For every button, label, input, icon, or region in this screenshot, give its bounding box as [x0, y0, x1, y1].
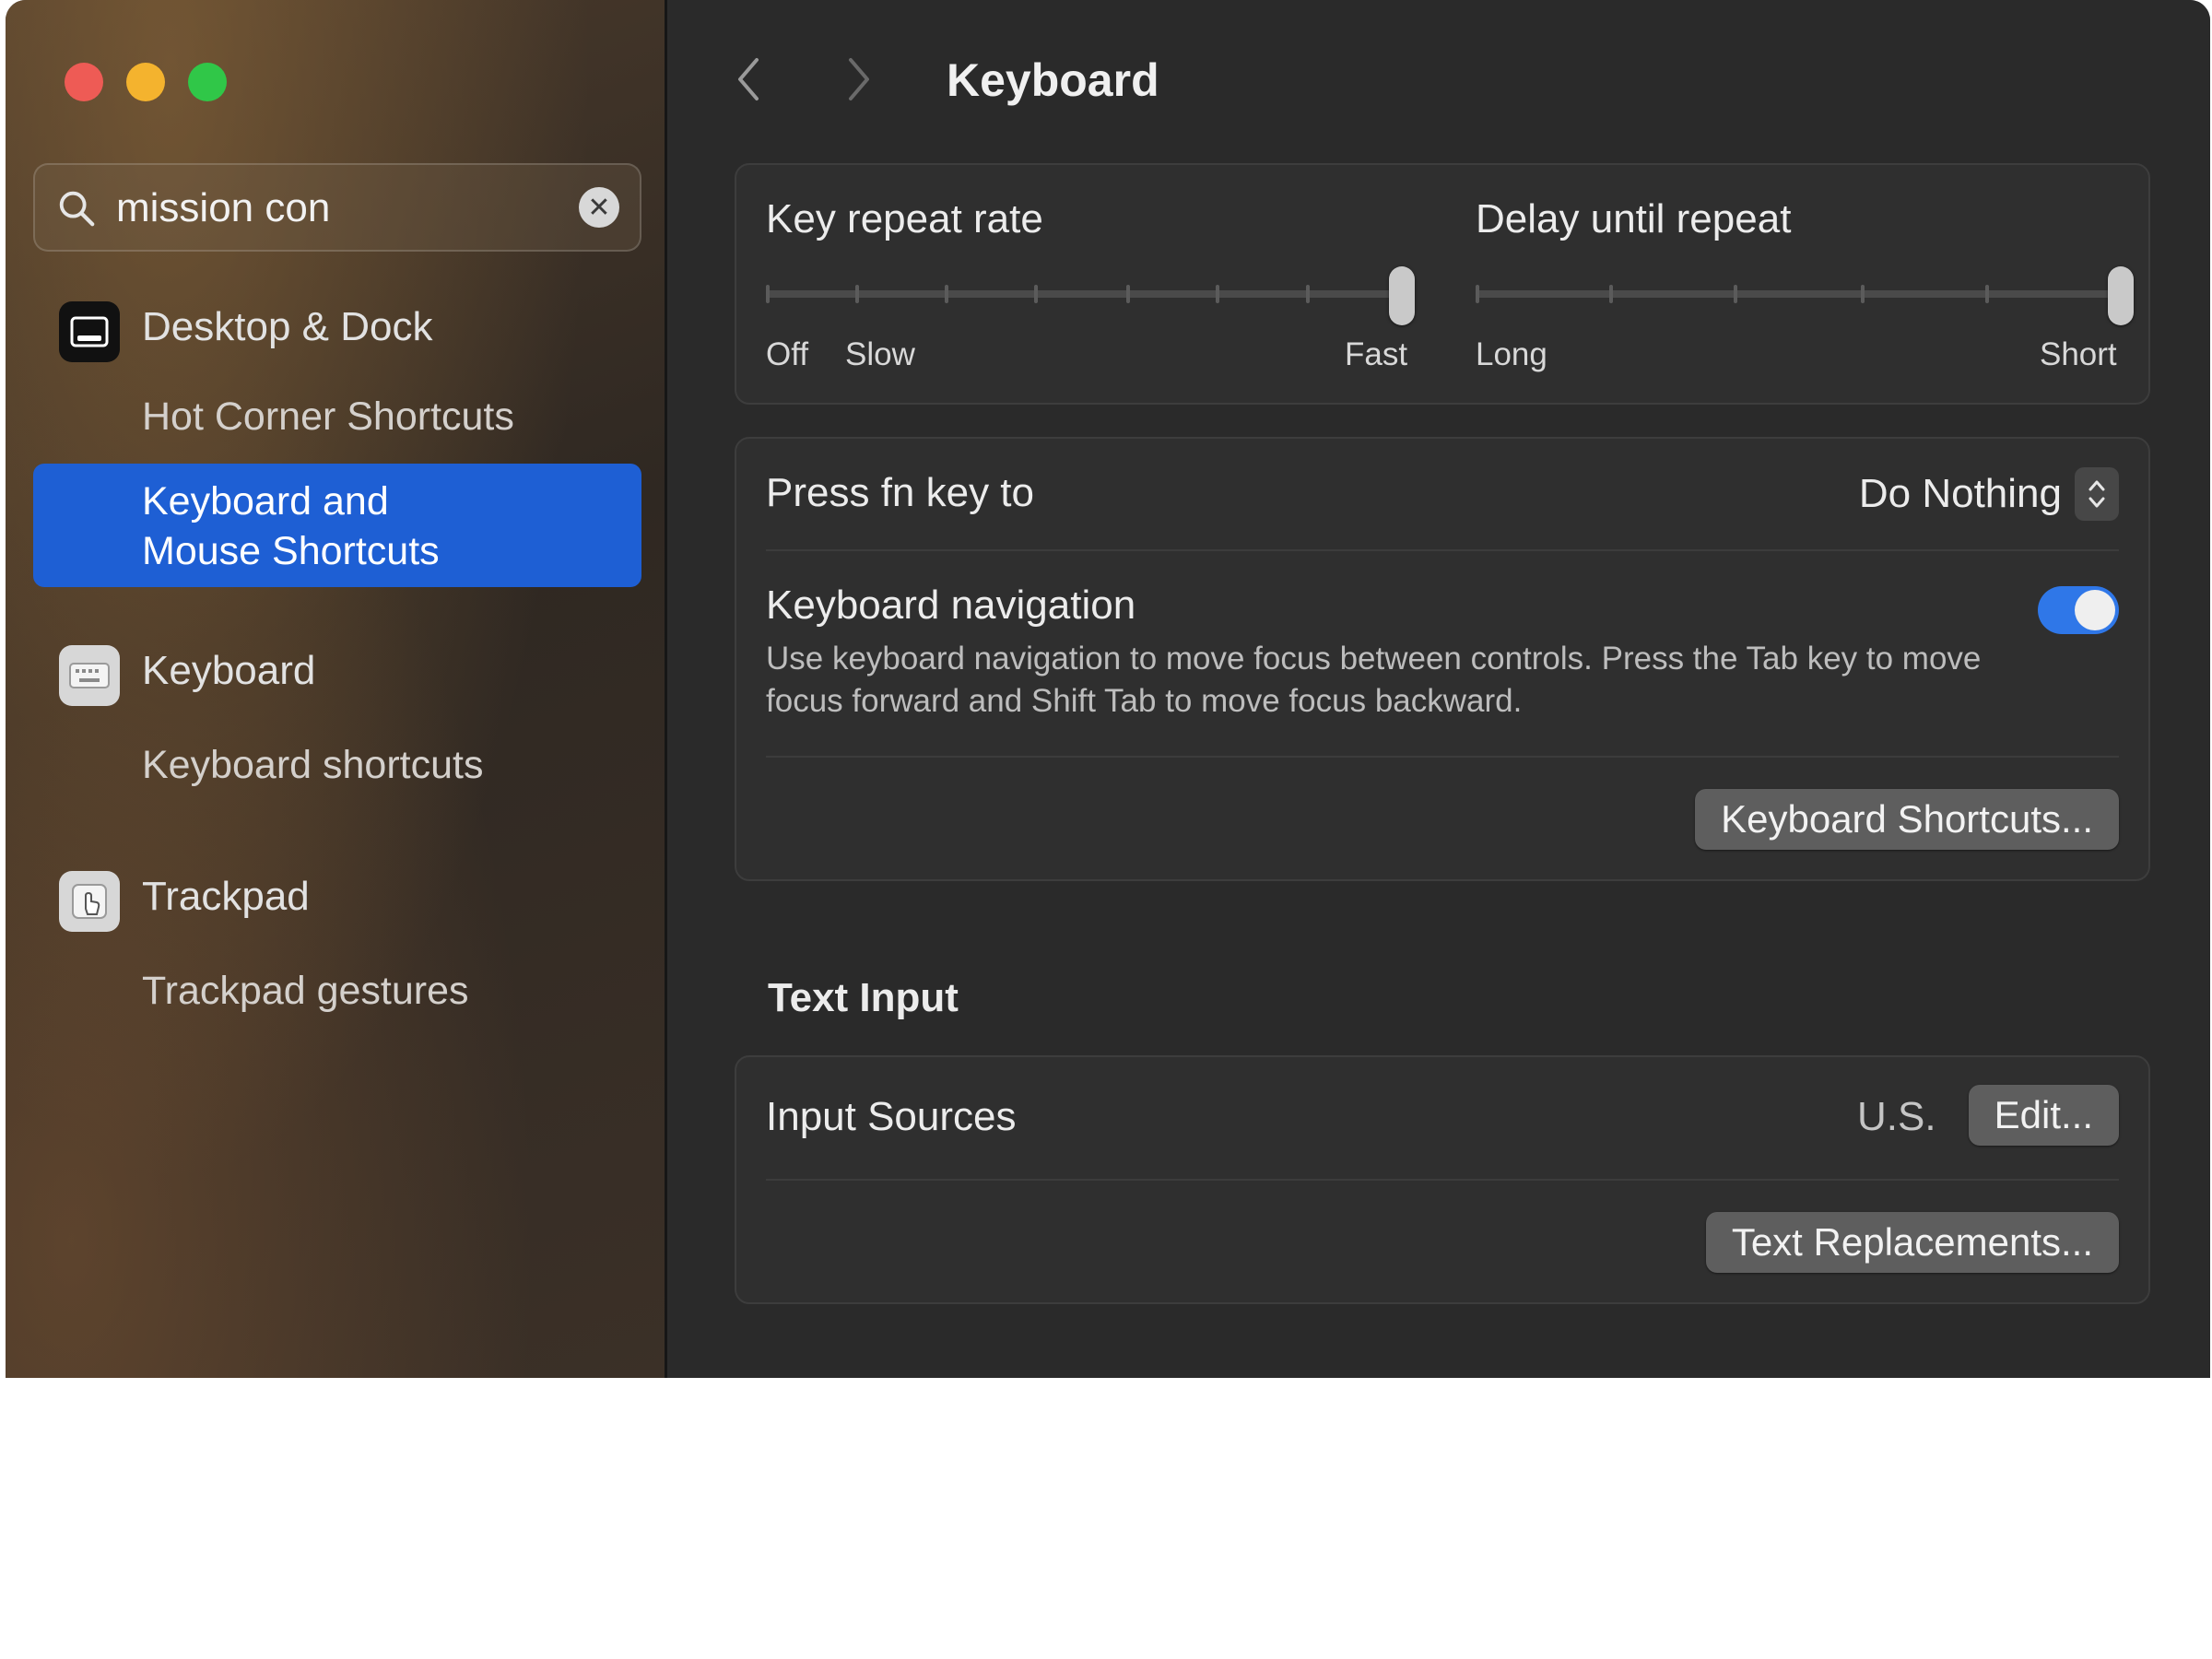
delay-until-repeat-label: Delay until repeat	[1476, 196, 1792, 241]
fn-key-value: Do Nothing	[1858, 471, 2062, 516]
search-field[interactable]: ✕	[33, 163, 641, 252]
sidebar: ✕ Desktop & Dock Hot Corner Shortcuts Ke…	[6, 0, 667, 1378]
keyboard-navigation-description: Use keyboard navigation to move focus be…	[766, 641, 1982, 719]
sidebar-subitem-label: Keyboard shortcuts	[142, 743, 484, 787]
sidebar-item-label: Keyboard	[142, 648, 316, 693]
repeat-settings-card: Key repeat rate Off Slow Fast Delay unti…	[735, 163, 2150, 405]
page-title: Keyboard	[947, 54, 1159, 106]
close-window-button[interactable]	[65, 63, 103, 101]
keyboard-icon	[59, 645, 120, 706]
search-input[interactable]	[116, 183, 559, 233]
trackpad-icon	[59, 871, 120, 932]
sidebar-item-trackpad[interactable]: Trackpad	[33, 865, 641, 938]
search-icon	[59, 191, 95, 227]
input-sources-label: Input Sources	[766, 1094, 1017, 1139]
keyboard-navigation-label: Keyboard navigation	[766, 582, 1136, 628]
selected-item-line1: Keyboard and	[142, 479, 389, 524]
zoom-window-button[interactable]	[188, 63, 227, 101]
sidebar-item-keyboard-mouse-shortcuts[interactable]: Keyboard and Mouse Shortcuts	[33, 464, 641, 587]
fn-key-popup[interactable]: Do Nothing	[1859, 466, 2119, 522]
forward-button[interactable]	[836, 51, 882, 108]
sidebar-item-keyboard-shortcuts[interactable]: Keyboard shortcuts	[33, 735, 641, 800]
sidebar-item-keyboard[interactable]: Keyboard	[33, 639, 641, 712]
sidebar-subitem-label: Hot Corner Shortcuts	[142, 394, 514, 439]
content-pane: Keyboard Key repeat rate Off Slow Fast D…	[670, 0, 2210, 1378]
desktop-dock-icon	[59, 301, 120, 362]
system-settings-window: ✕ Desktop & Dock Hot Corner Shortcuts Ke…	[6, 0, 2210, 1378]
fn-key-label: Press fn key to	[766, 470, 1035, 515]
delay-until-repeat-thumb[interactable]	[2108, 266, 2134, 325]
sidebar-item-label: Trackpad	[142, 874, 310, 919]
sidebar-item-hot-corner-shortcuts[interactable]: Hot Corner Shortcuts	[33, 387, 641, 452]
key-repeat-max-label: Fast	[1345, 336, 1408, 372]
clear-search-icon[interactable]: ✕	[579, 187, 619, 228]
text-input-card: Input Sources U.S. Edit... Text Replacem…	[735, 1055, 2150, 1304]
delay-min-label: Long	[1476, 336, 1547, 372]
text-replacements-button[interactable]: Text Replacements...	[1705, 1212, 2119, 1273]
minimize-window-button[interactable]	[126, 63, 165, 101]
selected-item-line2: Mouse Shortcuts	[142, 529, 440, 573]
key-repeat-rate-slider[interactable]	[766, 266, 1415, 325]
keyboard-navigation-toggle[interactable]	[2038, 586, 2119, 634]
chevron-up-down-icon	[2075, 467, 2119, 521]
delay-max-label: Short	[2040, 336, 2117, 372]
sidebar-item-desktop-dock[interactable]: Desktop & Dock	[33, 295, 641, 369]
sidebar-item-label: Desktop & Dock	[142, 304, 433, 349]
keyboard-behavior-card: Press fn key to Do Nothing Keyboard navi…	[735, 437, 2150, 881]
key-repeat-slow-label: Slow	[845, 336, 915, 372]
key-repeat-rate-label: Key repeat rate	[766, 196, 1043, 241]
key-repeat-rate-thumb[interactable]	[1389, 266, 1415, 325]
input-sources-value: U.S.	[1857, 1094, 1936, 1139]
key-repeat-min-label: Off	[766, 336, 809, 372]
sidebar-subitem-label: Trackpad gestures	[142, 969, 469, 1013]
keyboard-shortcuts-button[interactable]: Keyboard Shortcuts...	[1695, 789, 2119, 850]
chevron-left-icon	[738, 58, 759, 100]
text-input-section-title: Text Input	[768, 975, 959, 1020]
sidebar-item-trackpad-gestures[interactable]: Trackpad gestures	[33, 961, 641, 1026]
delay-until-repeat-slider[interactable]	[1476, 266, 2134, 325]
back-button[interactable]	[725, 51, 771, 108]
chevron-right-icon	[849, 58, 869, 100]
edit-input-sources-button[interactable]: Edit...	[1968, 1085, 2119, 1146]
